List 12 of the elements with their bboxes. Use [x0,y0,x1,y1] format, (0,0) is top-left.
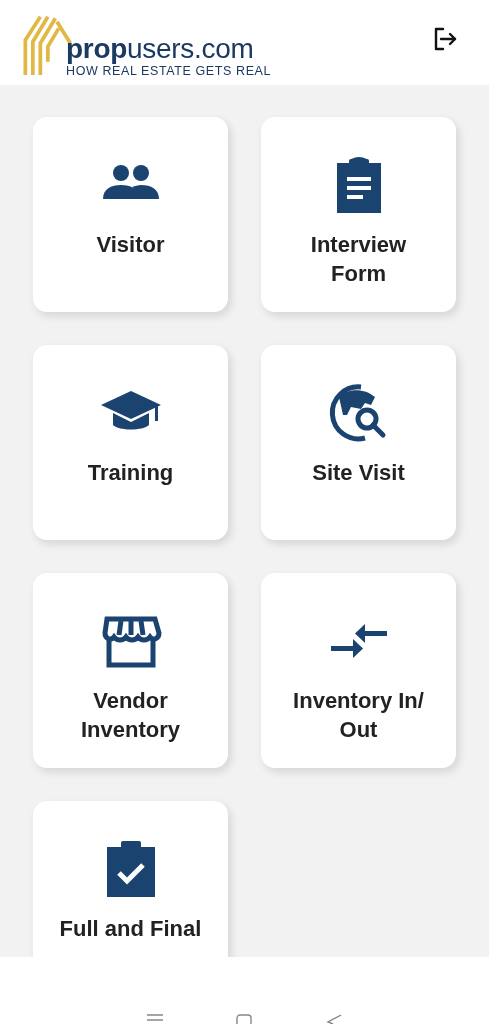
logo-tagline: HOW REAL ESTATE GETS REAL [66,64,272,79]
back-icon[interactable] [325,1014,344,1024]
home-icon[interactable] [235,1014,254,1024]
menu-tile[interactable]: Interview Form [261,117,456,312]
menu-icon[interactable] [145,1014,164,1024]
menu-tile[interactable]: Visitor [33,117,228,312]
menu-tile[interactable]: Site Visit [261,345,456,540]
menu-tile[interactable]: Inventory In/ Out [261,573,456,768]
menu-tile[interactable]: Training [33,345,228,540]
menu-tile[interactable]: Vendor Inventory [33,573,228,768]
logo-wordmark: propusers.com [66,34,255,63]
menu-tile[interactable]: Full and Final [33,801,228,957]
